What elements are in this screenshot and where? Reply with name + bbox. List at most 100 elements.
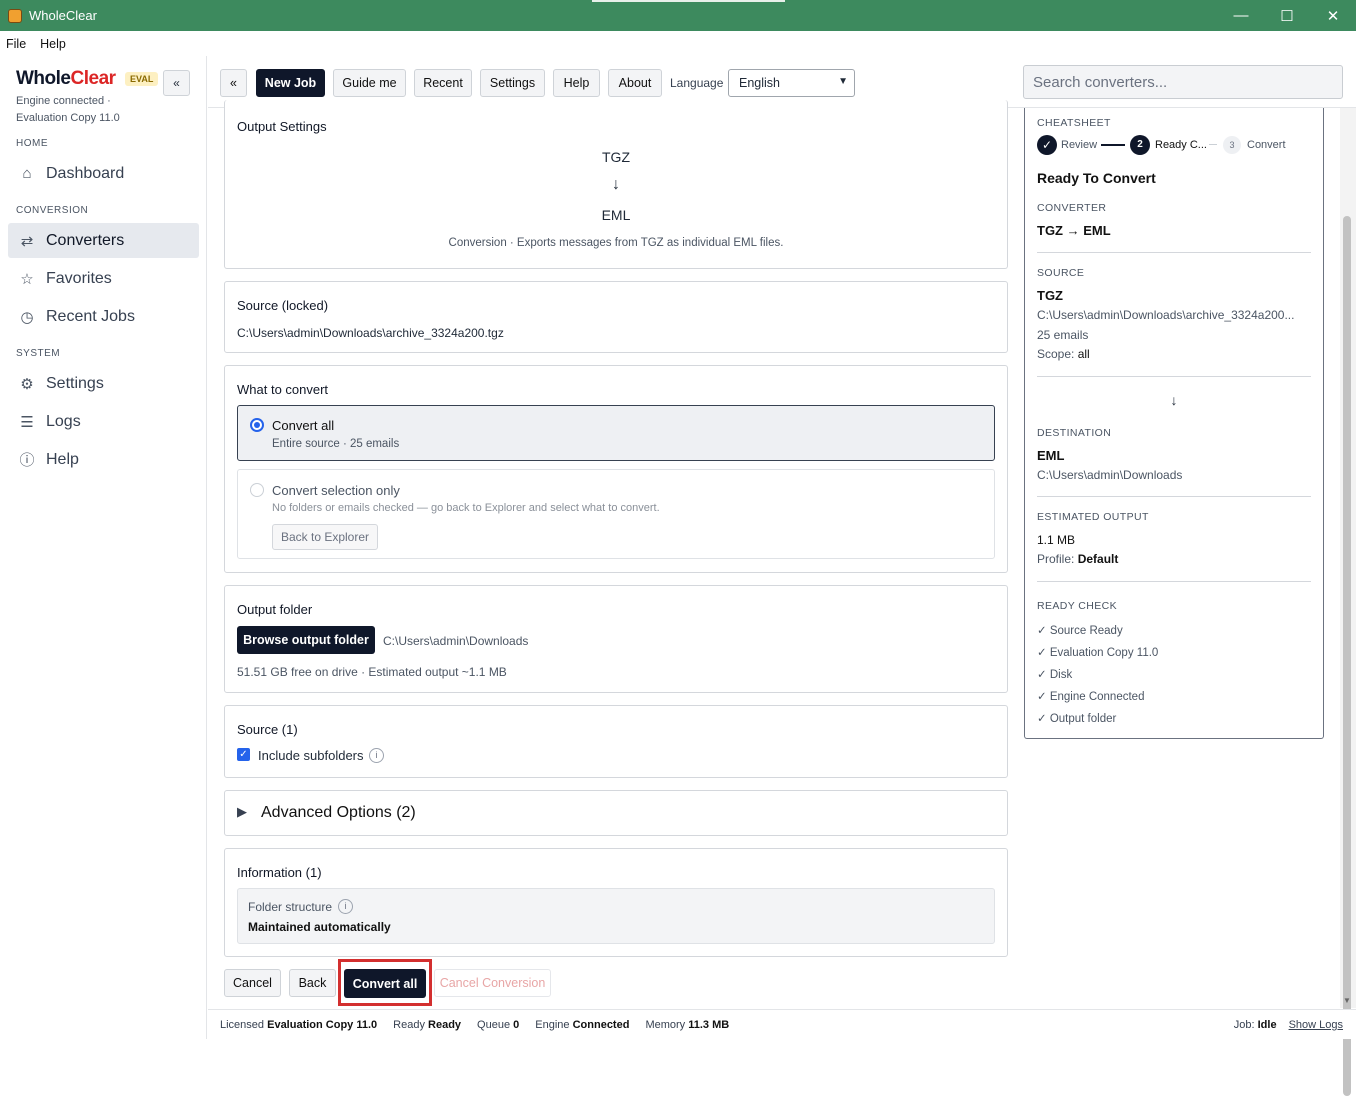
menu-file[interactable]: File bbox=[6, 37, 26, 51]
about-button[interactable]: About bbox=[608, 69, 662, 97]
folder-structure-label: Folder structure bbox=[248, 900, 333, 914]
convert-selection-radio[interactable] bbox=[250, 483, 264, 497]
step-3-icon: 3 bbox=[1223, 136, 1241, 154]
language-select[interactable]: English ▼ bbox=[728, 69, 855, 97]
section-conversion: CONVERSION bbox=[16, 205, 89, 216]
source-locked-card: Source (locked) C:\Users\admin\Downloads… bbox=[224, 281, 1008, 353]
check-source-ready: ✓ Source Ready bbox=[1037, 625, 1123, 637]
step-connector bbox=[1101, 144, 1125, 146]
title-highlight bbox=[592, 0, 785, 2]
status-memory: Memory 11.3 MB bbox=[645, 1018, 730, 1031]
search-input[interactable]: Search converters... bbox=[1023, 65, 1343, 99]
status-queue: Queue 0 bbox=[477, 1018, 520, 1031]
step-connector-2 bbox=[1209, 144, 1217, 145]
close-icon[interactable]: ✕ bbox=[1310, 0, 1356, 31]
convert-all-option[interactable]: Convert all Entire source · 25 emails bbox=[237, 405, 995, 461]
help-button[interactable]: Help bbox=[553, 69, 600, 97]
from-format: TGZ bbox=[602, 149, 630, 165]
home-icon: ⌂ bbox=[22, 165, 32, 182]
sidebar-item-favorites[interactable]: ☆ Favorites bbox=[8, 261, 199, 296]
status-licensed: Licensed Evaluation Copy 11.0 bbox=[220, 1018, 378, 1031]
source-path: C:\Users\admin\Downloads\archive_3324a20… bbox=[237, 326, 504, 340]
source-card: Source (1) ✓ Include subfolders i bbox=[224, 705, 1008, 778]
folder-structure-value: Maintained automatically bbox=[248, 920, 391, 934]
step-convert: Convert bbox=[1247, 139, 1286, 151]
output-folder-title: Output folder bbox=[237, 602, 313, 617]
expand-triangle-icon: ▶ bbox=[237, 804, 247, 819]
info-icon[interactable]: i bbox=[369, 748, 384, 763]
converter-value: TGZ → EML bbox=[1037, 223, 1111, 238]
step-2-icon: 2 bbox=[1130, 135, 1150, 155]
logo: WholeClear bbox=[16, 68, 116, 89]
check-output-folder: ✓ Output folder bbox=[1037, 713, 1117, 725]
profile: Profile: Default bbox=[1037, 552, 1119, 566]
cancel-button[interactable]: Cancel bbox=[224, 969, 281, 997]
status-job: Job: Idle bbox=[1233, 1018, 1277, 1031]
convert-selection-label: Convert selection only bbox=[272, 483, 400, 498]
sidebar-item-dashboard[interactable]: ⌂ Dashboard bbox=[8, 156, 199, 191]
back-nav-button[interactable]: « bbox=[220, 69, 247, 97]
sidebar: WholeClear EVAL « Engine connected · Eva… bbox=[0, 56, 207, 1039]
source-path-summary: C:\Users\admin\Downloads\archive_3324a20… bbox=[1037, 308, 1295, 322]
title-bar: WholeClear — ☐ ✕ bbox=[0, 0, 1356, 31]
what-to-convert-card: What to convert Convert all Entire sourc… bbox=[224, 365, 1008, 573]
convert-all-desc: Entire source · 25 emails bbox=[272, 438, 400, 450]
maximize-icon[interactable]: ☐ bbox=[1264, 0, 1310, 31]
swap-icon: ⇄ bbox=[20, 232, 34, 250]
cheatsheet-heading: Ready To Convert bbox=[1037, 170, 1156, 186]
info-icon[interactable]: i bbox=[338, 899, 353, 914]
divider bbox=[1037, 376, 1311, 377]
status-bar: Licensed Evaluation Copy 11.0 Ready Read… bbox=[208, 1009, 1356, 1039]
divider bbox=[1037, 496, 1311, 497]
check-disk: ✓ Disk bbox=[1037, 669, 1073, 681]
scrollbar-thumb[interactable] bbox=[1343, 216, 1351, 1096]
scope: Scope: all bbox=[1037, 347, 1090, 361]
new-job-button[interactable]: New Job bbox=[256, 69, 325, 97]
source-format: TGZ bbox=[1037, 288, 1063, 303]
cancel-conversion-button[interactable]: Cancel Conversion bbox=[434, 969, 551, 997]
output-settings-card: Output Settings TGZ ↓ EML Conversion · E… bbox=[224, 100, 1008, 269]
destination-format: EML bbox=[1037, 448, 1065, 463]
section-system: SYSTEM bbox=[16, 348, 61, 359]
sidebar-item-help[interactable]: ⓘ Help bbox=[8, 442, 199, 477]
include-subfolders-checkbox[interactable]: ✓ bbox=[237, 748, 250, 761]
settings-button[interactable]: Settings bbox=[480, 69, 545, 97]
eval-badge: EVAL bbox=[125, 72, 159, 86]
estimated-output-label: ESTIMATED OUTPUT bbox=[1037, 511, 1149, 523]
convert-selection-desc: No folders or emails checked — go back t… bbox=[272, 502, 660, 514]
sidebar-item-converters[interactable]: ⇄ Converters bbox=[8, 223, 199, 258]
sidebar-item-logs[interactable]: ☰ Logs bbox=[8, 404, 199, 439]
cheatsheet-panel: CHEATSHEET ✓ Review 2 Ready C... 3 Conve… bbox=[1024, 108, 1324, 739]
back-to-explorer-button[interactable]: Back to Explorer bbox=[272, 524, 378, 550]
menu-help[interactable]: Help bbox=[40, 37, 66, 51]
divider bbox=[1037, 252, 1311, 253]
show-logs-link[interactable]: Show Logs bbox=[1289, 1019, 1343, 1031]
cheatsheet-title: CHEATSHEET bbox=[1037, 117, 1111, 129]
convert-all-label: Convert all bbox=[272, 418, 335, 433]
guide-me-button[interactable]: Guide me bbox=[333, 69, 406, 97]
source-locked-title: Source (locked) bbox=[237, 298, 329, 313]
source-count: 25 emails bbox=[1037, 328, 1089, 342]
destination-label: DESTINATION bbox=[1037, 427, 1112, 439]
output-settings-title: Output Settings bbox=[237, 119, 327, 134]
vertical-scrollbar[interactable]: ▼ bbox=[1340, 108, 1356, 1096]
back-button[interactable]: Back bbox=[289, 969, 336, 997]
recent-button[interactable]: Recent bbox=[414, 69, 472, 97]
advanced-options-card[interactable]: ▶ Advanced Options (2) bbox=[224, 790, 1008, 836]
sidebar-item-recent-jobs[interactable]: ◷ Recent Jobs bbox=[8, 299, 199, 334]
divider bbox=[1037, 581, 1311, 582]
sidebar-item-settings[interactable]: ⚙ Settings bbox=[8, 366, 199, 401]
convert-all-radio[interactable] bbox=[250, 418, 264, 432]
step-ready: Ready C... bbox=[1155, 139, 1207, 151]
ready-check-label: READY CHECK bbox=[1037, 600, 1118, 612]
app-icon bbox=[8, 8, 22, 23]
scroll-down-icon[interactable]: ▼ bbox=[1343, 996, 1351, 1005]
list-icon: ☰ bbox=[20, 413, 34, 431]
convert-all-button[interactable]: Convert all bbox=[344, 969, 426, 998]
minimize-icon[interactable]: — bbox=[1218, 0, 1264, 31]
destination-path: C:\Users\admin\Downloads bbox=[1037, 468, 1183, 482]
browse-output-folder-button[interactable]: Browse output folder bbox=[237, 626, 375, 654]
collapse-sidebar-button[interactable]: « bbox=[163, 70, 190, 96]
estimated-size: 1.1 MB bbox=[1037, 533, 1076, 547]
convert-selection-option[interactable]: Convert selection only No folders or ema… bbox=[237, 469, 995, 559]
